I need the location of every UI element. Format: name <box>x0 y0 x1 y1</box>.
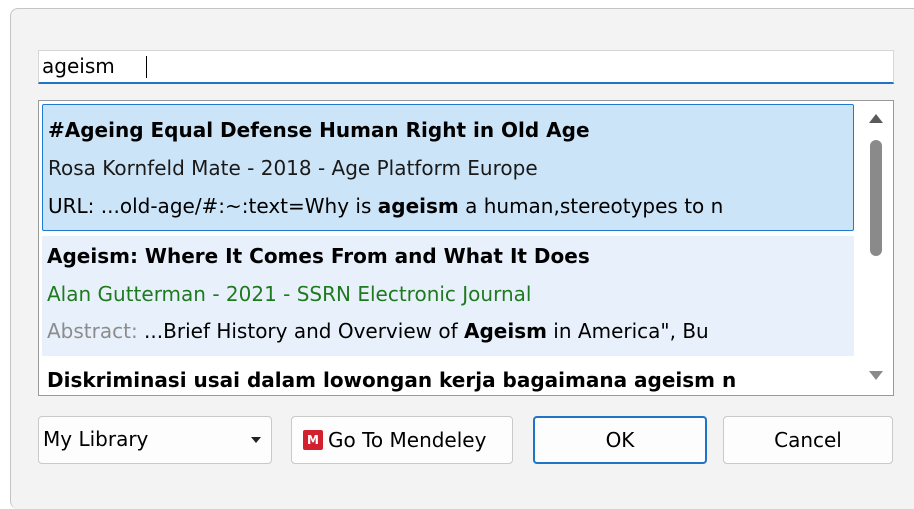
search-input[interactable] <box>42 53 882 79</box>
result-title: Ageism: Where It Comes From and What It … <box>47 244 590 268</box>
result-title: #Ageing Equal Defense Human Right in Old… <box>48 118 590 142</box>
scroll-thumb[interactable] <box>870 140 882 256</box>
result-item[interactable]: Diskriminasi usai dalam lowongan kerja b… <box>42 361 854 395</box>
highlighted-keyword: ageism <box>377 194 459 218</box>
ok-button[interactable]: OK <box>533 416 707 464</box>
go-to-mendeley-label: Go To Mendeley <box>328 428 487 452</box>
result-meta: Rosa Kornfeld Mate - 2018 - Age Platform… <box>48 156 538 180</box>
result-item[interactable]: Ageism: Where It Comes From and What It … <box>42 236 854 356</box>
chevron-down-icon <box>251 437 261 443</box>
result-item[interactable]: #Ageing Equal Defense Human Right in Old… <box>42 104 854 231</box>
search-field[interactable] <box>38 50 894 84</box>
result-extra: URL: ...old-age/#:~:text=Why is ageism a… <box>48 194 724 218</box>
mendeley-logo-icon: M <box>303 430 323 450</box>
scroll-down-arrow-icon[interactable] <box>869 371 883 380</box>
cancel-button[interactable]: Cancel <box>723 416 893 464</box>
results-list[interactable]: #Ageing Equal Defense Human Right in Old… <box>38 100 894 396</box>
library-select-value: My Library <box>43 427 149 451</box>
result-title: Diskriminasi usai dalam lowongan kerja b… <box>47 368 737 392</box>
library-select[interactable]: My Library <box>38 416 272 464</box>
vertical-scrollbar[interactable] <box>858 102 892 394</box>
result-meta: Alan Gutterman - 2021 - SSRN Electronic … <box>47 282 532 306</box>
scroll-up-arrow-icon[interactable] <box>869 114 883 123</box>
go-to-mendeley-button[interactable]: M Go To Mendeley <box>291 416 513 464</box>
text-caret <box>146 56 147 78</box>
highlighted-keyword: Ageism <box>463 319 547 343</box>
extra-label: Abstract: <box>47 319 138 343</box>
extra-label: URL: <box>48 194 95 218</box>
result-extra: Abstract: ...Brief History and Overview … <box>47 319 709 343</box>
